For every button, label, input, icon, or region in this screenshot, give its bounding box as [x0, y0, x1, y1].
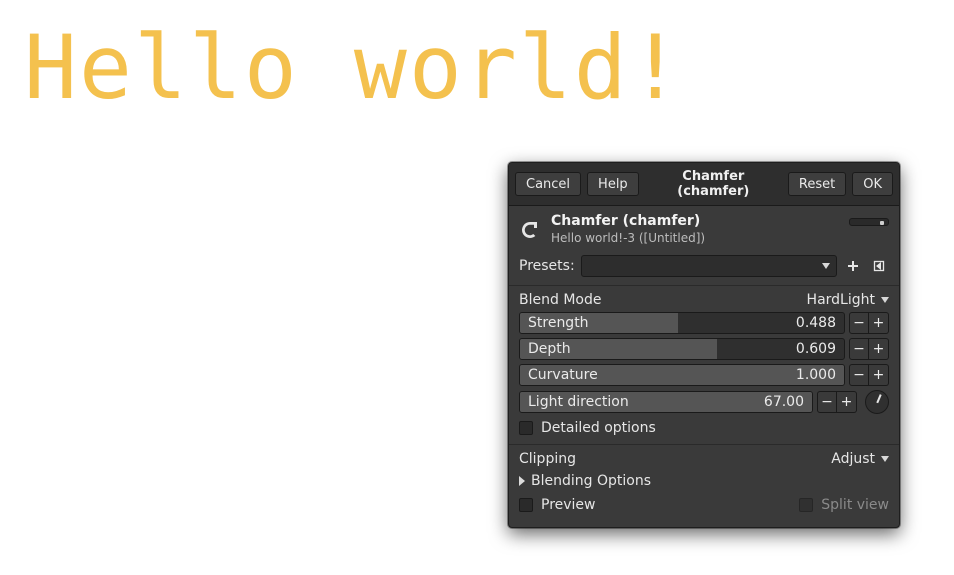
- curvature-dec-button[interactable]: −: [849, 364, 869, 386]
- presets-combo[interactable]: [581, 255, 837, 277]
- header-subtitle: Hello world!-3 ([Untitled]): [551, 231, 889, 245]
- depth-value: 0.609: [796, 341, 844, 357]
- light-direction-inc-button[interactable]: +: [837, 391, 857, 413]
- light-direction-label: Light direction: [520, 394, 764, 410]
- curvature-label: Curvature: [520, 367, 796, 383]
- cancel-button[interactable]: Cancel: [515, 172, 581, 196]
- strength-row: Strength 0.488 − +: [509, 310, 899, 336]
- light-direction-field[interactable]: Light direction 67.00: [519, 391, 813, 413]
- clipping-value: Adjust: [831, 451, 875, 467]
- split-view-checkbox: [799, 498, 813, 512]
- depth-row: Depth 0.609 − +: [509, 336, 899, 362]
- light-direction-dial[interactable]: [865, 390, 889, 414]
- preview-label: Preview: [541, 497, 596, 513]
- chamfer-dialog: Cancel Help Chamfer (chamfer) Reset OK C…: [508, 162, 900, 528]
- dialog-titlebar: Cancel Help Chamfer (chamfer) Reset OK: [509, 163, 899, 206]
- depth-slider[interactable]: Depth 0.609: [519, 338, 845, 360]
- header-title: Chamfer (chamfer): [551, 214, 889, 229]
- clipping-row[interactable]: Clipping Adjust: [509, 449, 899, 469]
- strength-dec-button[interactable]: −: [849, 312, 869, 334]
- blend-mode-value: HardLight: [807, 292, 875, 308]
- blending-options-label: Blending Options: [531, 473, 651, 489]
- ok-button[interactable]: OK: [852, 172, 893, 196]
- split-view-label: Split view: [821, 497, 889, 513]
- blend-mode-label: Blend Mode: [519, 292, 601, 308]
- dialog-footer: Preview Split view: [509, 493, 899, 521]
- light-direction-value: 67.00: [764, 394, 812, 410]
- curvature-slider[interactable]: Curvature 1.000: [519, 364, 845, 386]
- strength-value: 0.488: [796, 315, 844, 331]
- dialog-title: Chamfer (chamfer): [645, 169, 782, 199]
- curvature-inc-button[interactable]: +: [869, 364, 889, 386]
- gegl-icon: [519, 219, 541, 241]
- depth-inc-button[interactable]: +: [869, 338, 889, 360]
- curvature-value: 1.000: [796, 367, 844, 383]
- canvas-text: Hello world!: [24, 16, 684, 119]
- detailed-options-checkbox[interactable]: [519, 421, 533, 435]
- light-direction-dec-button[interactable]: −: [817, 391, 837, 413]
- presets-row: Presets:: [509, 251, 899, 281]
- strength-label: Strength: [520, 315, 796, 331]
- blend-mode-row[interactable]: Blend Mode HardLight: [509, 290, 899, 310]
- strength-inc-button[interactable]: +: [869, 312, 889, 334]
- triangle-right-icon: [519, 476, 525, 486]
- chevron-down-icon: [881, 297, 889, 303]
- clipping-label: Clipping: [519, 451, 576, 467]
- blending-options-expander[interactable]: Blending Options: [509, 469, 899, 493]
- header-decoration: [849, 218, 889, 226]
- dialog-header: Chamfer (chamfer) Hello world!-3 ([Untit…: [509, 206, 899, 251]
- depth-label: Depth: [520, 341, 796, 357]
- detailed-options-row[interactable]: Detailed options: [509, 416, 899, 440]
- detailed-options-label: Detailed options: [541, 420, 656, 436]
- manage-presets-button[interactable]: [869, 256, 889, 276]
- strength-slider[interactable]: Strength 0.488: [519, 312, 845, 334]
- chevron-down-icon: [881, 456, 889, 462]
- help-button[interactable]: Help: [587, 172, 639, 196]
- preview-checkbox[interactable]: [519, 498, 533, 512]
- light-direction-row: Light direction 67.00 − +: [509, 388, 899, 416]
- curvature-row: Curvature 1.000 − +: [509, 362, 899, 388]
- reset-button[interactable]: Reset: [788, 172, 846, 196]
- add-preset-button[interactable]: [843, 256, 863, 276]
- depth-dec-button[interactable]: −: [849, 338, 869, 360]
- presets-label: Presets:: [519, 258, 575, 274]
- chevron-down-icon: [822, 263, 830, 269]
